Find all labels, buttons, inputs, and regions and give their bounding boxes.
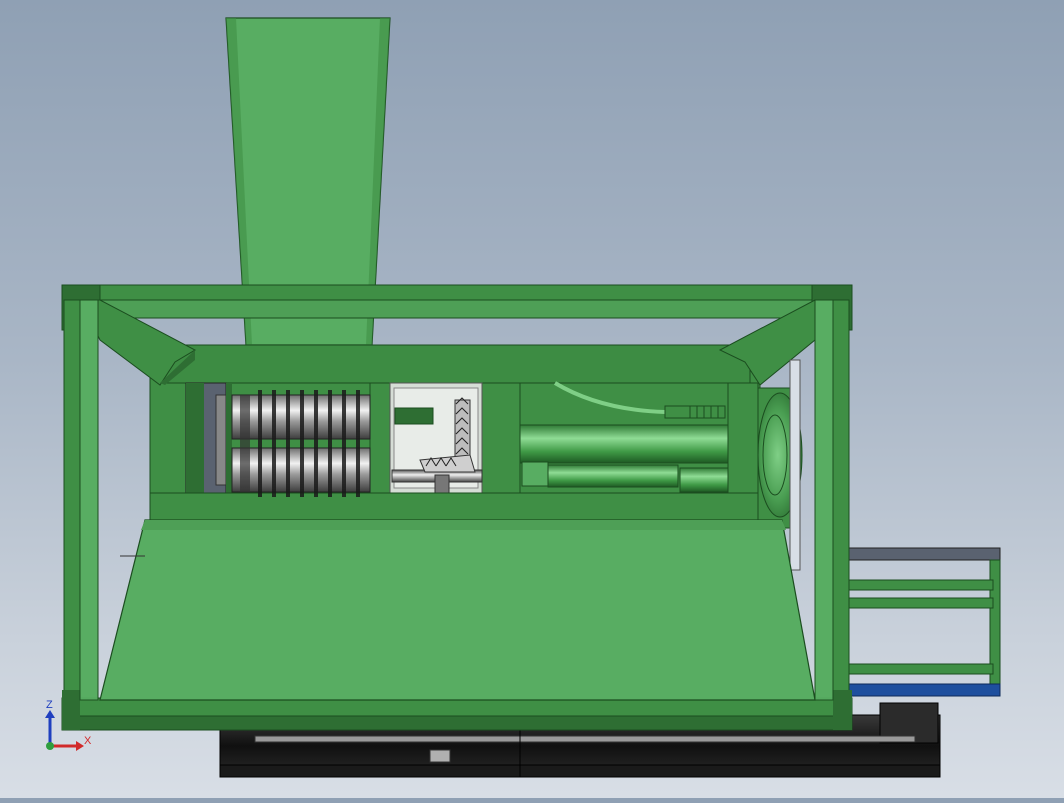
x-axis-label: X bbox=[84, 735, 92, 747]
conveyor-frame[interactable] bbox=[829, 547, 1001, 697]
cad-viewport[interactable]: Z X bbox=[0, 0, 1064, 798]
z-axis-label: Z bbox=[46, 699, 53, 711]
machine-model[interactable] bbox=[0, 0, 1064, 798]
coordinate-triad: Z X bbox=[40, 698, 100, 754]
discharge-chute[interactable] bbox=[99, 519, 816, 701]
hydraulic-cylinder[interactable] bbox=[519, 381, 729, 494]
